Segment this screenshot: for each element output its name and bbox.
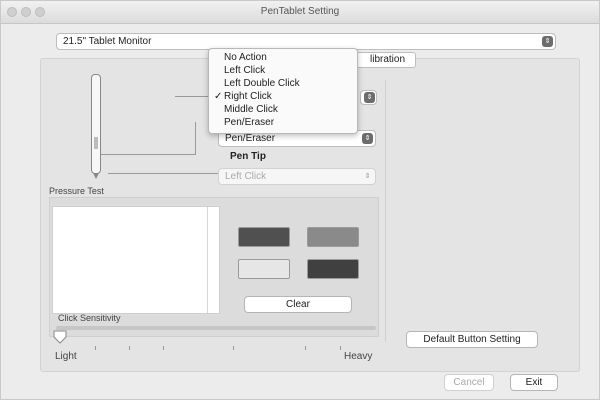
tab-calibration-label: libration [370, 54, 406, 65]
select-stepper-icon: ⇕ [364, 173, 371, 180]
upper-button-select[interactable]: ⇕ [360, 90, 377, 105]
clear-button[interactable]: Clear [244, 296, 352, 313]
click-sensitivity-label: Click Sensitivity [58, 313, 121, 323]
slider-tick [129, 346, 130, 350]
pressure-test-canvas[interactable] [52, 206, 220, 314]
pen-tip-select-value: Left Click [225, 171, 267, 182]
color-swatch-dark[interactable] [238, 227, 290, 247]
pen-tip-icon [93, 173, 99, 179]
panel-divider [385, 80, 386, 342]
exit-button[interactable]: Exit [510, 374, 558, 391]
window-title: PenTablet Setting [260, 6, 340, 17]
pen-button-select-value: Pen/Eraser [225, 133, 276, 144]
menu-item-right-click[interactable]: Right Click [224, 91, 272, 102]
slider-thumb[interactable] [53, 330, 67, 344]
connector-line [175, 96, 209, 97]
checkmark-icon: ✓ [214, 91, 223, 102]
slider-tick [305, 346, 306, 350]
select-stepper-icon: ⇕ [364, 92, 375, 103]
slider-tick [340, 346, 341, 350]
title-bar: PenTablet Setting [1, 1, 599, 24]
select-stepper-icon: ⇕ [362, 133, 373, 144]
color-swatch-charcoal[interactable] [307, 259, 359, 279]
slider-tick [163, 346, 164, 350]
slider-tick [233, 346, 234, 350]
clear-button-label: Clear [286, 299, 310, 310]
pressure-test-label: Pressure Test [49, 186, 104, 196]
menu-item-left-double-click[interactable]: Left Double Click [224, 78, 300, 89]
connector-line [108, 173, 220, 174]
cancel-button-label: Cancel [453, 377, 485, 388]
pen-illustration-icon [91, 74, 101, 174]
pen-tip-label: Pen Tip [230, 151, 266, 162]
default-button-setting-label: Default Button Setting [423, 334, 521, 345]
connector-line [101, 154, 196, 155]
monitor-select-value: 21.5" Tablet Monitor [63, 36, 152, 47]
slider-max-label: Heavy [344, 351, 373, 362]
menu-item-left-click[interactable]: Left Click [224, 65, 265, 76]
tab-calibration[interactable]: libration [352, 52, 416, 68]
slider-tick [95, 346, 96, 350]
select-stepper-icon: ⇕ [542, 36, 553, 47]
click-action-menu: No Action Left Click Left Double Click ✓… [208, 48, 358, 134]
color-swatch-light[interactable] [238, 259, 290, 279]
default-button-setting-button[interactable]: Default Button Setting [406, 331, 538, 348]
menu-item-pen-eraser[interactable]: Pen/Eraser [224, 117, 274, 128]
click-sensitivity-slider[interactable] [56, 326, 376, 330]
exit-button-label: Exit [525, 377, 543, 388]
cancel-button[interactable]: Cancel [444, 374, 494, 391]
color-swatch-gray[interactable] [307, 227, 359, 247]
menu-item-middle-click[interactable]: Middle Click [224, 104, 278, 115]
connector-line [195, 122, 196, 154]
pen-tip-select[interactable]: Left Click ⇕ [218, 168, 376, 185]
menu-item-no-action[interactable]: No Action [224, 52, 267, 63]
slider-min-label: Light [55, 351, 77, 362]
